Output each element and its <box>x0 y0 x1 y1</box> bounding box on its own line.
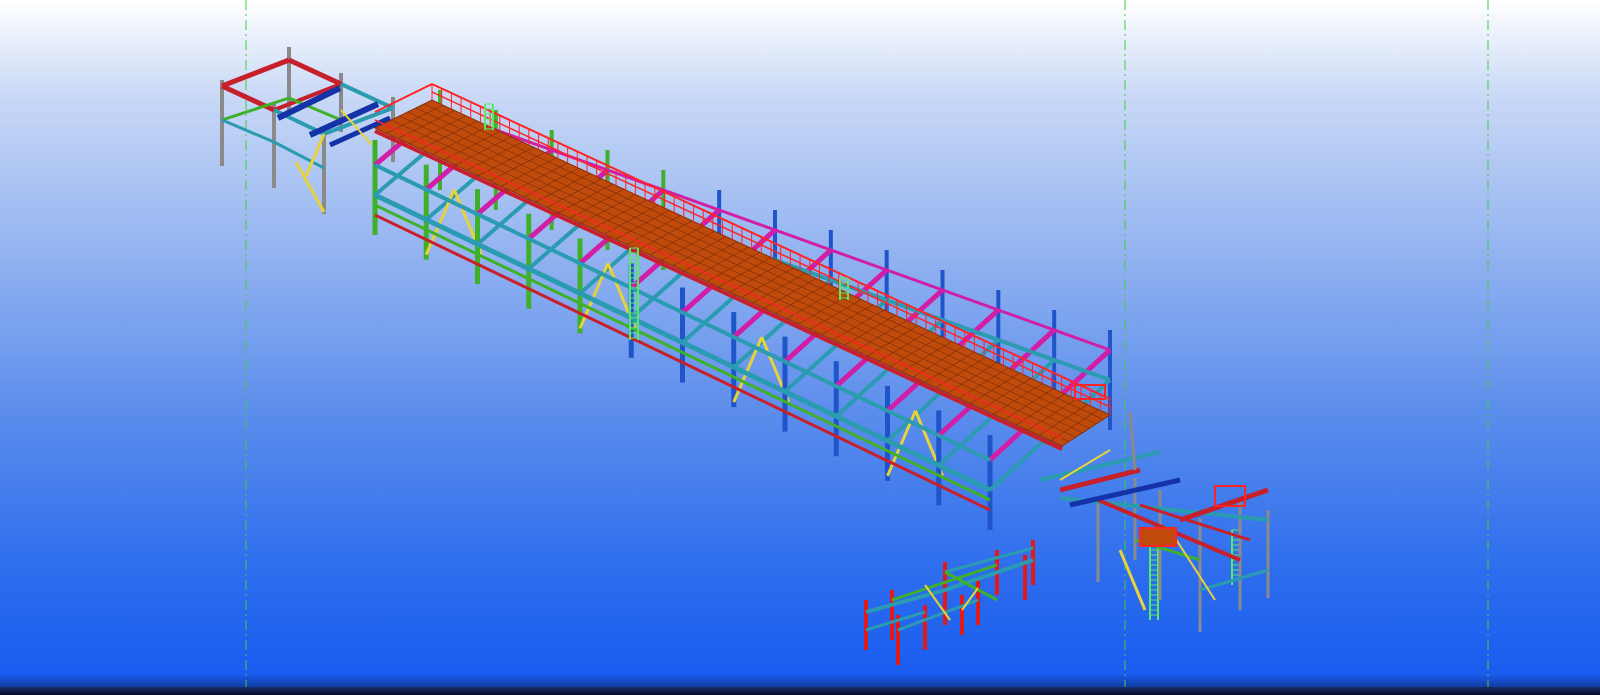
left-end-tower <box>220 47 395 214</box>
grating-line <box>423 103 1104 420</box>
steel-structure-model[interactable] <box>0 0 1600 695</box>
model-viewport[interactable] <box>0 0 1600 695</box>
walkway-deck <box>373 99 1112 451</box>
viewport-bottom-edge <box>0 687 1600 695</box>
brace <box>961 587 979 611</box>
platform <box>1139 527 1177 547</box>
deck-edge-beam <box>374 129 1063 451</box>
beam <box>340 82 394 110</box>
beam <box>865 610 926 632</box>
beam <box>221 118 275 144</box>
separate-bottom-frame <box>864 540 1035 665</box>
beam <box>1199 568 1269 592</box>
brace <box>1118 549 1147 611</box>
column <box>1128 411 1137 471</box>
beam <box>944 558 1034 592</box>
beam <box>865 588 946 614</box>
beam <box>287 57 343 87</box>
longitudinal-beam <box>374 163 991 462</box>
beam <box>221 57 290 89</box>
brace <box>304 133 326 177</box>
